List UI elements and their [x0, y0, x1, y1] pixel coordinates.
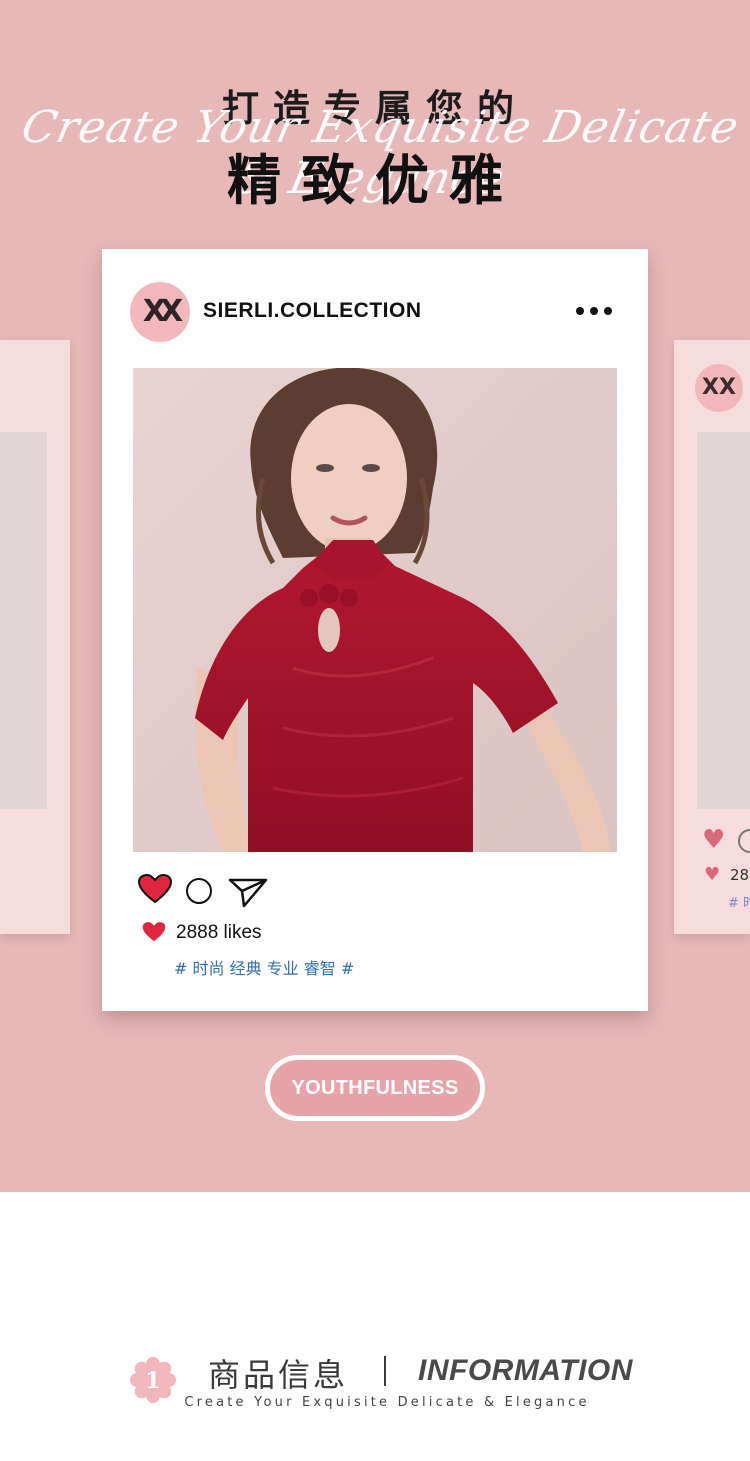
like-heart-icon[interactable] — [138, 874, 172, 904]
info-title-en: INFORMATION — [418, 1354, 633, 1387]
side-hashtag-text: # 时 — [728, 896, 750, 911]
side-card-logo: XX — [695, 364, 743, 412]
post-card: XX SIERLI.COLLECTION 2888 likes # 时尚 经典 … — [102, 249, 648, 1011]
youthfulness-label: YOUTHFULNESS — [291, 1077, 459, 1099]
post-photo — [133, 368, 617, 852]
comment-icon[interactable] — [186, 878, 212, 904]
side-card-right-image — [697, 432, 750, 809]
side-card-left[interactable] — [0, 340, 70, 934]
hero-section: 打造专属您的 Create Your Exquisite Delicate & … — [0, 0, 750, 1192]
info-subtitle: Create Your Exquisite Delicate & Eleganc… — [184, 1395, 590, 1410]
share-send-icon[interactable] — [228, 876, 268, 908]
side-card-left-image — [0, 432, 47, 809]
side-comment-icon — [738, 829, 750, 853]
info-divider — [384, 1356, 386, 1386]
likes-heart-icon — [142, 922, 166, 942]
badge-number: 1 — [145, 1368, 160, 1394]
hero-title-main: 精致优雅 — [227, 149, 523, 212]
brand-logo-icon: XX — [142, 294, 183, 329]
likes-count: 2888 likes — [176, 922, 262, 943]
side-likes-text: 288 — [730, 866, 750, 884]
more-dots-icon[interactable] — [576, 307, 612, 317]
side-heart-icon: ♥ — [702, 825, 726, 855]
brand-name[interactable]: SIERLI.COLLECTION — [203, 299, 422, 323]
side-likes-heart-icon: ♥ — [704, 864, 721, 885]
side-card-right[interactable]: XX ♥ ♥ 288 # 时 — [674, 340, 750, 934]
brand-avatar[interactable]: XX — [130, 282, 190, 342]
post-hashtags[interactable]: # 时尚 经典 专业 睿智 # — [174, 955, 354, 979]
youthfulness-button[interactable]: YOUTHFULNESS — [265, 1055, 485, 1121]
info-title-cn: 商品信息 — [208, 1356, 349, 1394]
